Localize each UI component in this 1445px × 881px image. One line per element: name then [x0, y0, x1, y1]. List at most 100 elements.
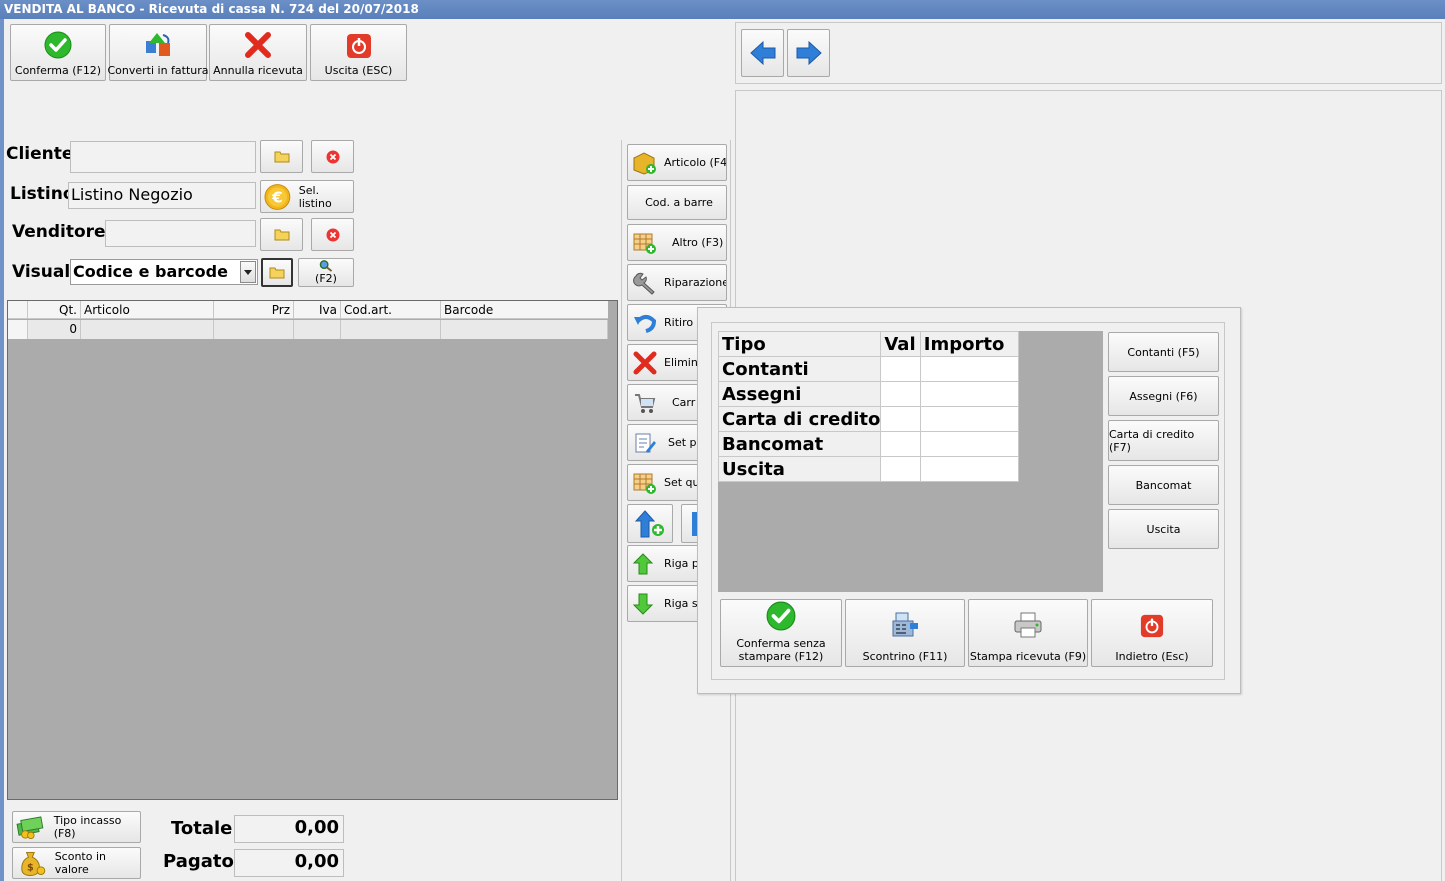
search-f2-button[interactable]: (F2) — [298, 258, 354, 287]
cell-qt[interactable]: 0 — [28, 320, 81, 339]
confirm-label: Conferma (F12) — [14, 64, 102, 77]
cheque-label: Assegni (F6) — [1129, 389, 1198, 403]
convert-label: Converti in fattura — [107, 64, 209, 77]
visual-dropdown-button[interactable] — [240, 261, 256, 283]
table-add-icon — [633, 233, 656, 254]
fiscal-receipt-button[interactable]: Scontrino (F11) — [845, 599, 965, 667]
discount-label: Sconto in valore — [54, 850, 107, 876]
discount-button[interactable]: $ Sconto in valore — [12, 847, 141, 879]
convert-invoice-button[interactable]: Converti in fattura — [107, 24, 209, 81]
payment-row[interactable]: Contanti — [717, 356, 1020, 382]
exit-payment-button[interactable]: Uscita — [1108, 509, 1219, 549]
listino-field[interactable]: Listino Negozio — [68, 182, 256, 209]
exit-button[interactable]: Uscita (ESC) — [310, 24, 407, 81]
payment-type-label: Tipo incasso (F8) — [53, 814, 122, 840]
arrow-down-icon — [632, 593, 654, 615]
back-dialog-button[interactable]: Indietro (Esc) — [1091, 599, 1213, 667]
check-icon — [766, 601, 796, 631]
search-icon — [319, 260, 333, 272]
back-button[interactable] — [741, 29, 784, 77]
payment-amount[interactable] — [919, 356, 1020, 382]
printer-icon — [1014, 612, 1042, 638]
visual-select[interactable]: Codice e barcode — [70, 259, 258, 285]
cheque-button[interactable]: Assegni (F6) — [1108, 376, 1219, 416]
arrow-up-icon — [632, 552, 654, 574]
items-grid[interactable] — [7, 300, 618, 800]
other-button[interactable]: Altro (F3) — [627, 224, 727, 261]
cash-label: Contanti (F5) — [1127, 345, 1200, 359]
cell-iva[interactable] — [294, 320, 341, 339]
cliente-browse-button[interactable] — [260, 140, 303, 173]
visual-browse-button[interactable] — [261, 258, 293, 287]
cell-prz[interactable] — [214, 320, 294, 339]
window-title: VENDITA AL BANCO - Ricevuta di cassa N. … — [4, 2, 419, 16]
payment-val[interactable] — [880, 381, 921, 407]
table-row[interactable]: 0 — [8, 301, 608, 339]
payment-row[interactable]: Carta di credito — [717, 406, 1020, 432]
clear-icon — [326, 228, 339, 241]
listino-label: Listino — [10, 184, 75, 204]
payment-val[interactable] — [880, 406, 921, 432]
confirm-button[interactable]: Conferma (F12) — [10, 24, 106, 81]
venditore-field[interactable] — [105, 220, 256, 247]
exit-payment-label: Uscita — [1146, 522, 1181, 536]
payment-val[interactable] — [880, 431, 921, 457]
barcode-button[interactable]: Cod. a barre — [627, 185, 727, 220]
venditore-clear-button[interactable] — [311, 218, 354, 251]
euro-coin-icon: € — [264, 183, 291, 210]
payment-amount[interactable] — [919, 456, 1020, 482]
payment-type-button[interactable]: Tipo incasso (F8) — [12, 811, 141, 843]
payment-row[interactable]: Bancomat — [717, 431, 1020, 457]
forward-button[interactable] — [787, 29, 830, 77]
confirm-without-print-button[interactable]: Conferma senza stampare (F12) — [720, 599, 842, 667]
venditore-browse-button[interactable] — [260, 218, 303, 251]
print-receipt-button[interactable]: Stampa ricevuta (F9) — [968, 599, 1088, 667]
cross-icon — [245, 32, 271, 58]
repair-button[interactable]: Riparazione — [627, 264, 727, 301]
confirm-without-print-line1: Conferma senza — [736, 637, 826, 650]
payment-amount[interactable] — [919, 431, 1020, 457]
payment-val[interactable] — [880, 456, 921, 482]
row-selector[interactable] — [8, 320, 28, 339]
payment-type: Bancomat — [717, 431, 882, 457]
cash-button[interactable]: Contanti (F5) — [1108, 332, 1219, 372]
payment-val[interactable] — [880, 356, 921, 382]
payment-table[interactable]: Tipo Val Importo Contanti Assegni Carta … — [717, 331, 1020, 482]
cell-barcode[interactable] — [441, 320, 608, 339]
clear-icon — [326, 150, 339, 163]
payment-row[interactable]: Uscita — [717, 456, 1020, 482]
payment-amount[interactable] — [919, 406, 1020, 432]
convert-icon — [146, 33, 170, 56]
payment-type: Carta di credito — [717, 406, 882, 432]
cell-codart[interactable] — [341, 320, 441, 339]
add-article-button[interactable]: Articolo (F4) — [627, 144, 727, 181]
svg-text:$: $ — [27, 863, 34, 874]
chevron-down-icon — [244, 269, 252, 275]
select-listino-button[interactable]: € Sel. listino — [260, 180, 354, 213]
confirm-without-print-line2: stampare (F12) — [738, 650, 824, 663]
payment-header-val: Val — [880, 331, 921, 357]
document-pen-icon — [635, 433, 656, 453]
other-label: Altro (F3) — [672, 236, 724, 249]
payment-amount[interactable] — [919, 381, 1020, 407]
move-up-add-button[interactable] — [627, 504, 673, 543]
cliente-field[interactable] — [70, 141, 256, 173]
window-title-bar: VENDITA AL BANCO - Ricevuta di cassa N. … — [0, 0, 1445, 19]
bancomat-button[interactable]: Bancomat — [1108, 465, 1219, 505]
cliente-clear-button[interactable] — [311, 140, 354, 173]
select-listino-label: Sel. listino — [298, 183, 332, 210]
credit-card-button[interactable]: Carta di credito (F7) — [1108, 420, 1219, 461]
payment-table-header: Tipo Val Importo — [717, 331, 1020, 357]
payment-header-importo: Importo — [919, 331, 1020, 357]
add-article-label: Articolo (F4) — [664, 156, 727, 169]
cart-icon — [635, 393, 656, 413]
cross-icon — [633, 351, 657, 374]
money-icon — [16, 816, 44, 840]
payment-type: Assegni — [717, 381, 882, 407]
cell-articolo[interactable] — [81, 320, 214, 339]
payment-row[interactable]: Assegni — [717, 381, 1020, 407]
paid-label: Pagato — [163, 851, 234, 872]
cancel-receipt-button[interactable]: Annulla ricevuta — [209, 24, 307, 81]
folder-icon — [274, 151, 289, 163]
wrench-icon — [633, 272, 655, 295]
